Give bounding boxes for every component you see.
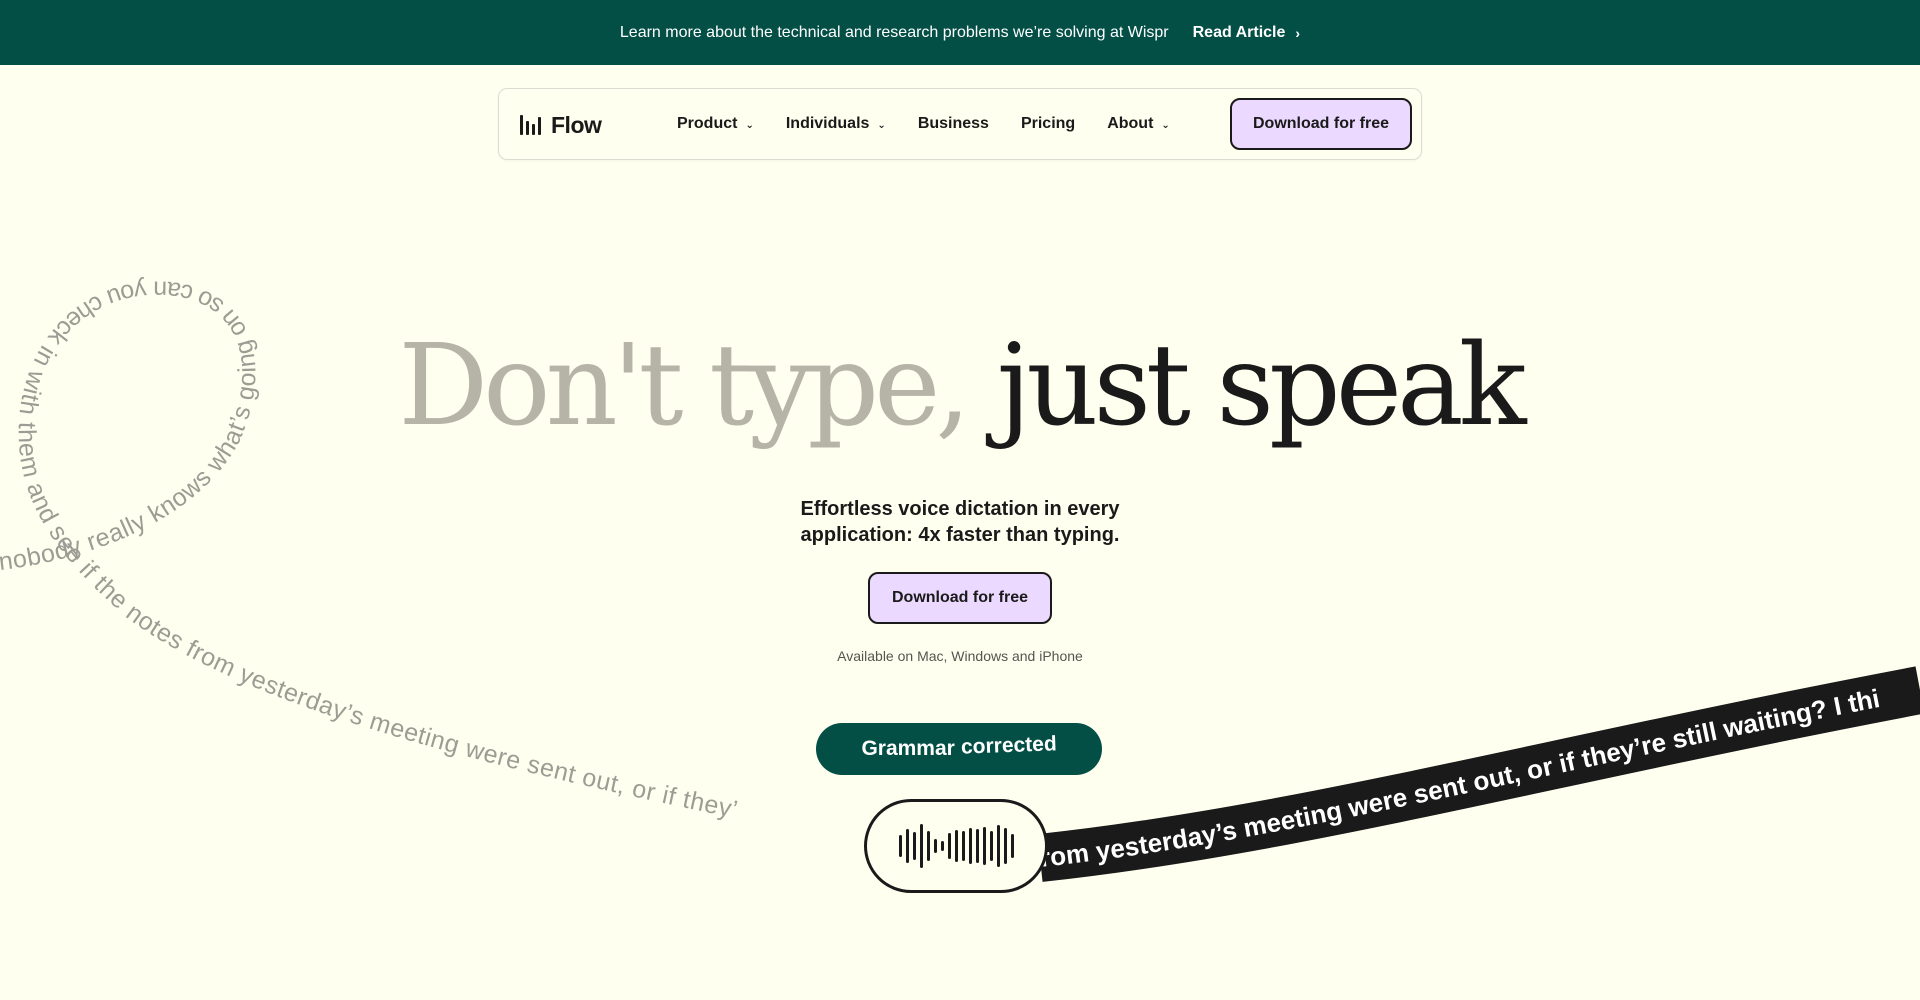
waveform-bar <box>954 830 958 862</box>
waveform-bars-icon <box>520 115 541 135</box>
waveform-bar <box>919 824 923 868</box>
waveform-bar <box>933 839 937 853</box>
nav-download-button[interactable]: Download for free <box>1230 98 1412 150</box>
nav-item-label: About <box>1107 115 1154 132</box>
waveform-bar <box>947 833 951 859</box>
headline-light: Don't type, <box>398 321 971 451</box>
logo-text: Flow <box>551 111 602 138</box>
waveform-bar <box>1010 834 1014 858</box>
nav-item-label: Business <box>917 115 989 132</box>
transcript-ribbon <box>1037 666 1920 882</box>
banner-text: Learn more about the technical and resea… <box>619 23 1169 41</box>
chevron-down-icon: ⌄ <box>745 119 754 131</box>
waveform-bar <box>975 829 979 863</box>
nav-item-about[interactable]: About ⌄ <box>1107 115 1170 133</box>
nav-item-label: Pricing <box>1020 115 1076 132</box>
grammar-word-2: corrected <box>960 732 1057 759</box>
subhead-line-2: application: 4x faster than typing. <box>800 524 1120 546</box>
waveform-bar <box>996 825 1000 867</box>
svg-text:rom yesterday’s meeting were s: rom yesterday’s meeting were sent out, o… <box>1038 683 1882 873</box>
nav-item-product[interactable]: Product ⌄ <box>677 115 754 133</box>
hero-download-button[interactable]: Download for free <box>868 572 1052 624</box>
nav-item-business[interactable]: Business <box>918 115 989 133</box>
ribbon-transcript-text: rom yesterday’s meeting were sent out, o… <box>1038 683 1882 873</box>
nav-item-pricing[interactable]: Pricing <box>1021 115 1075 133</box>
grammar-word-1: Grammar <box>861 737 955 760</box>
read-article-label: Read Article <box>1192 23 1286 41</box>
waveform-bar <box>940 841 944 851</box>
subhead-line-1: Effortless voice dictation in every <box>800 498 1120 520</box>
chevron-down-icon: ⌄ <box>1161 119 1170 131</box>
waveform-bar <box>968 828 972 864</box>
grammar-corrected-badge: Grammar corrected <box>816 723 1102 775</box>
voice-waveform-pill <box>864 799 1048 893</box>
announcement-banner: Learn more about the technical and resea… <box>0 0 1920 65</box>
waveform-bar <box>1003 828 1007 864</box>
platform-availability: Available on Mac, Windows and iPhone <box>837 648 1083 664</box>
read-article-link[interactable]: Read Article › <box>1193 24 1300 42</box>
nav-item-label: Individuals <box>785 115 870 132</box>
headline-dark: just speak <box>996 321 1527 451</box>
waveform-bar <box>926 831 930 861</box>
waveform-bar <box>905 829 909 863</box>
chevron-right-icon: › <box>1295 24 1301 41</box>
waveform-bar <box>898 835 902 857</box>
waveform-bar <box>912 832 916 860</box>
waveform-bar <box>961 831 965 861</box>
flow-logo[interactable]: Flow <box>519 111 602 139</box>
nav-menu: Product ⌄ Individuals ⌄ Business Pricing… <box>677 89 1202 159</box>
chevron-down-icon: ⌄ <box>877 119 886 131</box>
waveform-bar <box>989 831 993 861</box>
hero-subhead: Effortless voice dictation in every appl… <box>760 496 1160 548</box>
main-navbar: Flow Product ⌄ Individuals ⌄ Business Pr… <box>498 88 1422 160</box>
waveform-bar <box>982 827 986 865</box>
nav-item-individuals[interactable]: Individuals ⌄ <box>786 115 886 133</box>
nav-item-label: Product <box>677 115 738 132</box>
hero-headline: Don't type, just speak <box>0 330 1920 442</box>
